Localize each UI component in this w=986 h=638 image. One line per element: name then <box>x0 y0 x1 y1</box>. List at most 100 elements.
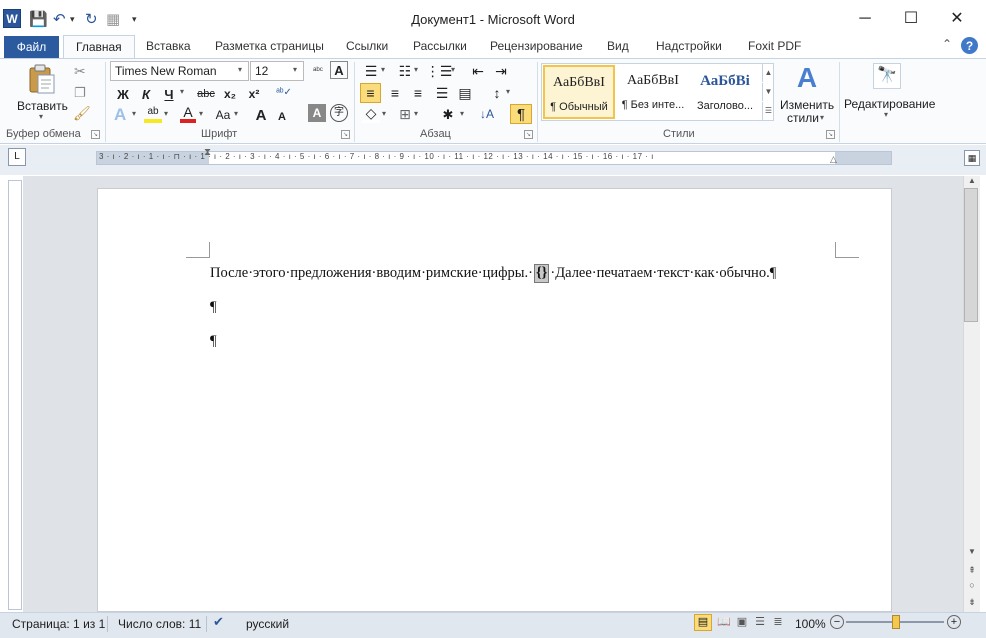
change-styles-label[interactable]: Изменить <box>780 98 834 112</box>
editing-dropdown-icon[interactable]: ▾ <box>884 111 888 119</box>
multilevel-dropdown-icon[interactable]: ▾ <box>451 66 455 74</box>
style-no-spacing[interactable]: АаБбВвІ ¶ Без инте... <box>617 65 689 119</box>
change-case-button[interactable]: Aa <box>212 105 234 125</box>
next-page-icon[interactable]: ⇟ <box>966 597 978 607</box>
maximize-button[interactable]: ☐ <box>896 6 926 32</box>
tab-review[interactable]: Рецензирование <box>490 39 583 53</box>
indent-marker-icon[interactable]: ⧗ <box>204 148 211 158</box>
bold-button[interactable]: Ж <box>114 84 132 104</box>
change-case-dropdown-icon[interactable]: ▾ <box>234 110 238 118</box>
change-styles-icon[interactable]: A <box>790 62 824 94</box>
paragraph-dialog-launcher-icon[interactable]: ↘ <box>524 130 533 139</box>
previous-page-icon[interactable]: ⇞ <box>966 565 978 575</box>
outline-view-icon[interactable]: ☰ <box>752 614 768 631</box>
font-color-icon[interactable]: A <box>180 105 196 123</box>
document-page[interactable] <box>97 188 892 612</box>
print-layout-view-icon[interactable]: ▤ <box>694 614 712 631</box>
page-count[interactable]: Страница: 1 из 1 <box>12 617 105 631</box>
shrink-font-button[interactable]: A <box>275 107 289 127</box>
text-effects-spell-icon[interactable]: ᵃᵇ✓ <box>275 84 293 102</box>
collapse-ribbon-icon[interactable]: ⌃ <box>942 38 952 50</box>
paste-dropdown-icon[interactable]: ▾ <box>39 113 43 121</box>
style-heading-1[interactable]: АаБбВі Заголово... <box>689 65 761 119</box>
underline-button[interactable]: Ч <box>160 84 178 104</box>
clear-formatting-box-icon[interactable]: A <box>330 61 348 79</box>
zoom-slider-thumb[interactable] <box>892 615 900 629</box>
increase-indent-icon[interactable]: ⇥ <box>492 62 510 80</box>
align-right-button[interactable]: ≡ <box>408 83 428 103</box>
styles-more-icon[interactable]: ☰ <box>762 102 774 120</box>
word-count[interactable]: Число слов: 11 <box>118 617 201 631</box>
view-ruler-icon[interactable]: ▦ <box>964 150 980 166</box>
styles-dialog-launcher-icon[interactable]: ↘ <box>826 130 835 139</box>
bullets-icon[interactable]: ☰ <box>362 62 380 80</box>
binoculars-icon[interactable]: 🔭 <box>873 63 901 89</box>
character-shading-button[interactable]: A <box>308 104 326 122</box>
font-dialog-launcher-icon[interactable]: ↘ <box>341 130 350 139</box>
asian-layout-dropdown-icon[interactable]: ▾ <box>460 110 464 118</box>
minimize-button[interactable]: ─ <box>850 6 880 32</box>
underline-dropdown-icon[interactable]: ▾ <box>180 88 184 96</box>
highlight-color-icon[interactable]: ab <box>144 105 162 123</box>
numbering-icon[interactable]: ☷ <box>396 62 414 80</box>
vertical-ruler[interactable] <box>8 180 22 610</box>
styles-scroll-up-icon[interactable]: ▲ <box>762 64 774 82</box>
superscript-button[interactable]: x² <box>244 84 264 104</box>
line-spacing-icon[interactable]: ↕ <box>488 83 506 103</box>
strikethrough-button[interactable]: abc <box>195 84 217 104</box>
tab-insert[interactable]: Вставка <box>146 39 191 53</box>
bullets-dropdown-icon[interactable]: ▾ <box>381 66 385 74</box>
cut-icon[interactable]: ✂ <box>74 64 86 78</box>
tab-mailings[interactable]: Рассылки <box>413 39 467 53</box>
help-icon[interactable]: ? <box>961 37 978 54</box>
scroll-thumb[interactable] <box>964 188 978 322</box>
change-styles-dropdown-icon[interactable]: ▾ <box>820 114 824 122</box>
tab-home[interactable]: Главная <box>63 35 135 59</box>
tab-references[interactable]: Ссылки <box>346 39 388 53</box>
format-painter-icon[interactable]: 🖌 <box>73 106 91 120</box>
draft-view-icon[interactable]: ≣ <box>770 614 786 631</box>
distributed-button[interactable]: ▤ <box>455 83 475 103</box>
change-styles-label-2[interactable]: стили <box>787 111 819 125</box>
font-name-combobox[interactable]: Times New Roman <box>110 61 249 81</box>
scroll-down-icon[interactable]: ▼ <box>966 547 978 557</box>
zoom-level[interactable]: 100% <box>795 617 826 631</box>
paste-button-label[interactable]: Вставить <box>17 99 68 113</box>
shading-icon[interactable]: ◇ <box>362 105 380 123</box>
show-formatting-marks-button[interactable]: ¶ <box>510 104 532 124</box>
tab-foxit-pdf[interactable]: Foxit PDF <box>748 39 801 53</box>
zoom-out-button[interactable]: − <box>830 615 844 629</box>
style-normal[interactable]: АаБбВвІ ¶ Обычный <box>543 65 615 119</box>
copy-icon[interactable]: ❐ <box>74 86 86 99</box>
scroll-up-icon[interactable]: ▲ <box>966 176 978 186</box>
paragraph-1[interactable]: После·этого·предложения·вводим·римские·ц… <box>210 264 776 283</box>
change-case-spelling-icon[interactable]: ᵃᵇᶜ <box>309 61 327 79</box>
numbering-dropdown-icon[interactable]: ▾ <box>414 66 418 74</box>
text-effects-icon[interactable]: A <box>114 106 126 123</box>
paragraph-2[interactable]: ¶ <box>210 299 217 316</box>
shading-dropdown-icon[interactable]: ▾ <box>382 110 386 118</box>
align-center-button[interactable]: ≡ <box>385 83 405 103</box>
borders-icon[interactable]: ⊞ <box>396 105 414 123</box>
paste-icon[interactable] <box>28 63 56 95</box>
sort-icon[interactable]: ↓A <box>478 105 496 123</box>
align-left-button[interactable]: ≡ <box>360 83 381 103</box>
web-layout-icon[interactable]: ▣ <box>734 614 750 631</box>
full-screen-reading-icon[interactable]: 📖 <box>716 614 732 631</box>
tab-addins[interactable]: Надстройки <box>656 39 722 53</box>
borders-dropdown-icon[interactable]: ▾ <box>414 110 418 118</box>
tab-selector-icon[interactable]: L <box>8 148 26 166</box>
enclose-characters-icon[interactable]: 字 <box>330 104 348 122</box>
font-color-dropdown-icon[interactable]: ▾ <box>199 110 203 118</box>
proofing-icon[interactable]: ✔ <box>213 615 224 628</box>
zoom-in-button[interactable]: + <box>947 615 961 629</box>
line-spacing-dropdown-icon[interactable]: ▾ <box>506 88 510 96</box>
paragraph-3[interactable]: ¶ <box>210 333 217 350</box>
justify-button[interactable]: ☰ <box>432 83 452 103</box>
text-effects-dropdown-icon[interactable]: ▾ <box>132 110 136 118</box>
asian-layout-icon[interactable]: ✱ <box>437 105 459 123</box>
clipboard-dialog-launcher-icon[interactable]: ↘ <box>91 130 100 139</box>
italic-button[interactable]: К <box>137 84 155 104</box>
right-indent-marker-icon[interactable]: △ <box>830 155 837 164</box>
subscript-button[interactable]: x₂ <box>220 84 240 104</box>
